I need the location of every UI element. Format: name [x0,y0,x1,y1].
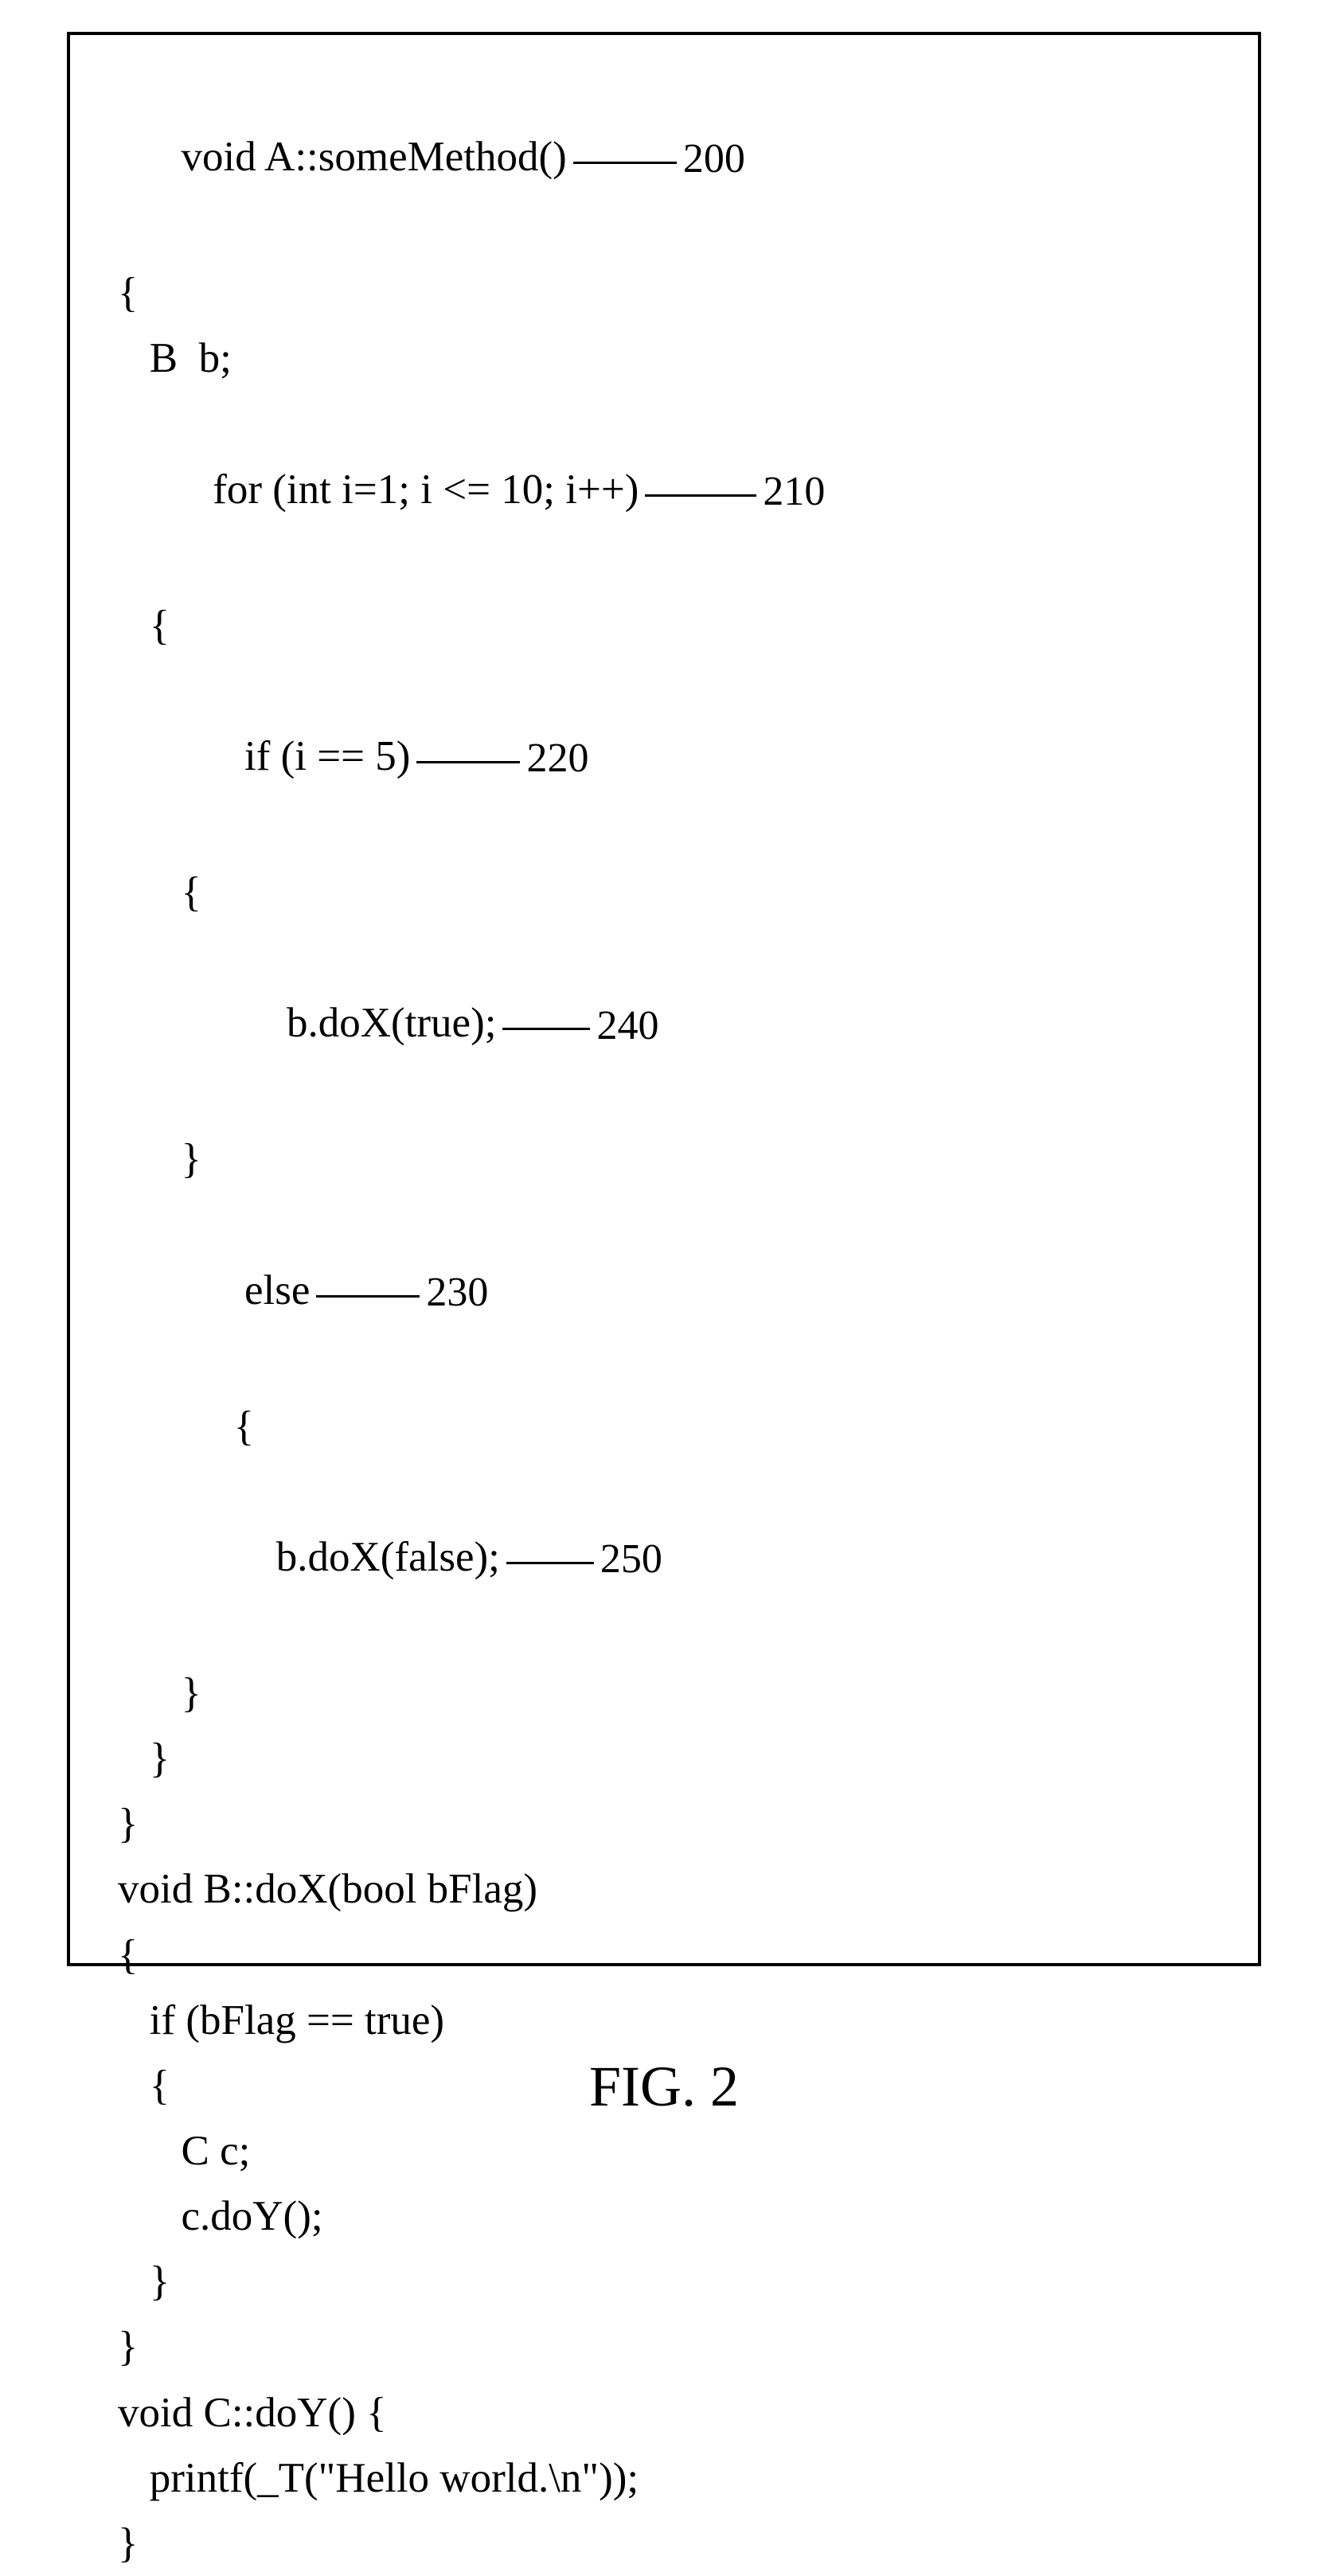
callout: 230 [316,1259,488,1328]
code-text: void B::doX(bool bFlag) [118,1866,537,1912]
code-line: { [118,1394,1234,1459]
code-text: { [118,869,201,915]
callout: 220 [416,726,588,794]
code-text: void C::doY() { [118,2390,387,2436]
code-text: } [118,1801,138,1847]
callout: 210 [645,459,825,527]
code-line: for (int i=1; i <= 10; i++) 210 [118,391,1234,592]
code-text: b.doX(false); [182,1534,500,1580]
code-text: b.doX(true); [182,1000,497,1046]
callout-number: 210 [763,460,825,525]
code-line: { [118,260,1234,326]
callout-number: 240 [596,994,658,1059]
code-text: if (bFlag == true) [118,1997,444,2043]
code-line: } [118,2249,1234,2314]
callout-number: 250 [600,1528,662,1592]
code-text: C c; [118,2128,250,2174]
callout-leader [416,761,520,763]
code-line: B b; [118,326,1234,391]
figure-page: void A::someMethod() 200 { B b; for (int … [0,0,1328,2237]
code-text: { [118,270,138,316]
code-text: } [118,2520,138,2566]
code-line: printf(_T("Hello world.\n")); [118,2445,1234,2511]
code-line: else 230 [118,1192,1234,1393]
code-text: B b; [118,335,232,381]
code-line: void A::someMethod() 200 [118,59,1234,260]
callout: 250 [506,1527,662,1595]
code-line: { [118,2053,1234,2118]
callout-leader [502,1028,590,1030]
code-text: void A::someMethod() [182,134,567,180]
code-text: } [118,1735,170,1782]
code-line: } [118,2314,1234,2379]
code-text: else [182,1267,311,1313]
callout-number: 220 [526,727,588,791]
code-line: C c; [118,2118,1234,2184]
callout: 240 [502,993,658,1061]
code-text: if (i == 5) [182,733,411,779]
code-text: } [118,2258,170,2305]
code-text: c.doY(); [118,2193,323,2239]
callout-leader [316,1295,420,1298]
callout-leader [506,1562,594,1564]
code-line: } [118,1126,1234,1192]
code-text: printf(_T("Hello world.\n")); [118,2455,639,2501]
code-text: { [118,1403,254,1450]
code-text: { [118,603,170,649]
code-line: void B::doX(bool bFlag) [118,1856,1234,1922]
code-line: void C::doY() { [118,2380,1234,2445]
code-line: if (i == 5) 220 [118,658,1234,860]
callout: 200 [573,127,745,195]
code-text: { [118,1932,138,1978]
code-line: } [118,2511,1234,2576]
callout-leader [573,162,677,164]
code-text: for (int i=1; i <= 10; i++) [182,466,639,513]
callout-leader [645,494,756,497]
code-text: } [118,1136,201,1182]
code-line: { [118,860,1234,925]
code-line: b.doX(true); 240 [118,925,1234,1126]
code-line: if (bFlag == true) [118,1988,1234,2053]
code-line: } [118,1661,1234,1726]
code-line: b.doX(false); 250 [118,1459,1234,1661]
code-text: { [118,2063,170,2109]
callout-number: 200 [683,127,745,192]
code-line: } [118,1726,1234,1791]
code-text: } [118,2324,138,2370]
code-line: } [118,1791,1234,1856]
callout-number: 230 [426,1261,488,1325]
code-line: { [118,1922,1234,1988]
code-listing-box: void A::someMethod() 200 { B b; for (int … [67,32,1261,1966]
code-text: } [118,1670,201,1716]
code-line: { [118,593,1234,658]
code-line: c.doY(); [118,2184,1234,2249]
